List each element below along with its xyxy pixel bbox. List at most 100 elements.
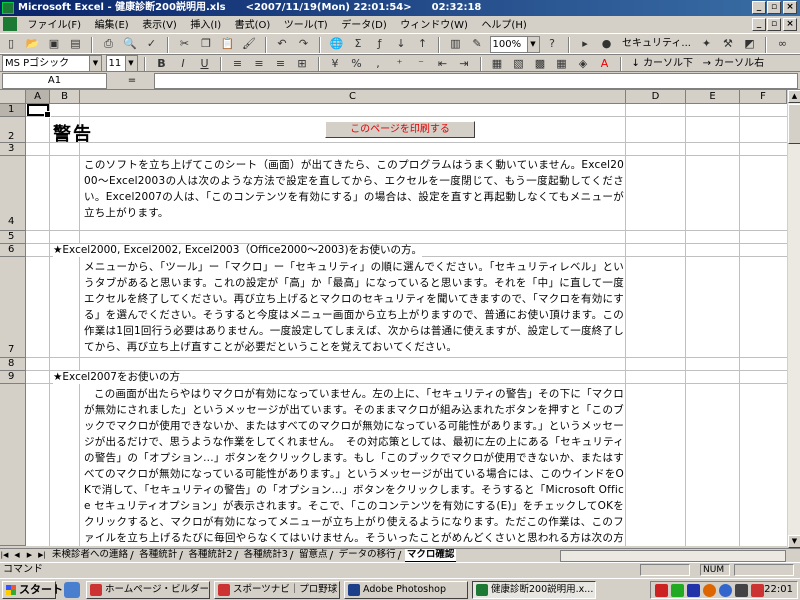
print-icon[interactable]: ⎙ <box>100 35 118 53</box>
scroll-down-icon[interactable]: ▼ <box>788 535 800 548</box>
new-icon[interactable]: ▯ <box>2 35 20 53</box>
row-header-6[interactable]: 6 <box>0 244 26 257</box>
tray-icon[interactable] <box>719 584 732 597</box>
column-header-b[interactable]: B <box>50 90 80 104</box>
cut-icon[interactable]: ✂ <box>176 35 194 53</box>
menu-file[interactable]: ファイル(F) <box>23 17 87 34</box>
tools-icon[interactable]: ⚒ <box>719 35 737 53</box>
column-header-d[interactable]: D <box>626 90 686 104</box>
vertical-scrollbar[interactable]: ▲ ▼ <box>787 90 800 548</box>
align-right-icon[interactable]: ≡ <box>272 55 290 71</box>
cursor-right-button[interactable]: → カーソル右 <box>700 54 768 71</box>
font-color-icon[interactable]: A <box>596 55 614 71</box>
scroll-thumb[interactable] <box>788 104 800 144</box>
tray-icon[interactable] <box>751 584 764 597</box>
border-grid-icon[interactable]: ▦ <box>553 55 571 71</box>
paste-icon[interactable]: 📋 <box>219 35 237 53</box>
chevron-down-icon[interactable]: ▼ <box>89 56 101 71</box>
chart-wizard-icon[interactable]: ▥ <box>447 35 465 53</box>
row-header-2[interactable]: 2 <box>0 117 26 143</box>
vb-editor-icon[interactable]: ✦ <box>697 35 715 53</box>
font-select[interactable]: MS Pゴシック ▼ <box>2 55 102 71</box>
taskbar-item-active[interactable]: 健康診断200説明用.x... <box>472 581 596 599</box>
permission-icon[interactable]: ▤ <box>67 35 85 53</box>
border-all-icon[interactable]: ▩ <box>531 55 549 71</box>
active-cell[interactable] <box>27 104 51 118</box>
align-left-icon[interactable]: ≡ <box>229 55 247 71</box>
italic-button[interactable]: I <box>174 55 192 71</box>
start-button[interactable]: スタート <box>2 581 63 599</box>
redo-icon[interactable]: ↷ <box>295 35 313 53</box>
row-header-3[interactable]: 3 <box>0 143 26 156</box>
row-header-4[interactable]: 4 <box>0 156 26 231</box>
name-box[interactable]: A1 <box>2 73 107 89</box>
print-page-button[interactable]: このページを印刷する <box>325 121 475 138</box>
font-size-select[interactable]: 11 ▼ <box>105 55 138 71</box>
bold-button[interactable]: B <box>153 55 171 71</box>
cursor-down-button[interactable]: ↓ カーソル下 <box>629 54 697 71</box>
browser-quicklaunch-icon[interactable] <box>64 582 80 598</box>
sheet-tab[interactable]: 各種統計 <box>137 549 179 561</box>
chevron-down-icon[interactable]: ▼ <box>526 37 539 52</box>
row-header-10[interactable] <box>0 384 26 546</box>
menu-window[interactable]: ウィンドウ(W) <box>395 17 473 34</box>
select-all-corner[interactable] <box>0 90 26 104</box>
sheet-tab[interactable]: データの移行 <box>337 549 398 561</box>
minimize-button[interactable]: _ <box>752 1 766 14</box>
menu-tools[interactable]: ツール(T) <box>279 17 333 34</box>
percent-button[interactable]: % <box>348 55 366 71</box>
column-header-a[interactable]: A <box>26 90 50 104</box>
decrease-decimal-icon[interactable]: ⁻ <box>412 55 430 71</box>
save-icon[interactable]: ▣ <box>45 35 63 53</box>
decrease-indent-icon[interactable]: ⇤ <box>434 55 452 71</box>
excel-app-icon[interactable] <box>2 2 14 14</box>
spelling-icon[interactable]: ✓ <box>143 35 161 53</box>
script-icon[interactable]: ∞ <box>773 35 791 53</box>
row-header-5[interactable]: 5 <box>0 231 26 244</box>
last-sheet-icon[interactable]: ▶| <box>38 549 47 561</box>
hyperlink-icon[interactable]: 🌐 <box>328 35 346 53</box>
taskbar-item[interactable]: Adobe Photoshop <box>344 581 468 599</box>
taskbar-item[interactable]: スポーツナビ｜プロ野球｜... <box>214 581 340 599</box>
doc-restore-button[interactable]: ▫ <box>767 18 781 31</box>
zoom-select[interactable]: 100% ▼ <box>489 36 540 53</box>
tray-icon[interactable] <box>671 584 684 597</box>
worksheet-grid[interactable]: A B C D E F 1 2 3 4 5 6 7 8 9 警告 このページを印… <box>0 90 787 546</box>
copy-icon[interactable]: ❐ <box>197 35 215 53</box>
row-header-9[interactable]: 9 <box>0 371 26 384</box>
row-header-7[interactable]: 7 <box>0 257 26 358</box>
column-header-c[interactable]: C <box>80 90 626 104</box>
menu-edit[interactable]: 編集(E) <box>90 17 134 34</box>
sheet-tab[interactable]: 各種統計3 <box>242 549 290 561</box>
increase-indent-icon[interactable]: ⇥ <box>455 55 473 71</box>
first-sheet-icon[interactable]: |◀ <box>0 549 9 561</box>
formula-input[interactable] <box>154 73 798 89</box>
merge-center-icon[interactable]: ⊞ <box>293 55 311 71</box>
chevron-down-icon[interactable]: ▼ <box>124 56 137 71</box>
column-header-f[interactable]: F <box>740 90 787 104</box>
menu-data[interactable]: データ(D) <box>336 17 392 34</box>
border-icon[interactable]: ▦ <box>488 55 506 71</box>
autosum-icon[interactable]: Σ <box>349 35 367 53</box>
row-header-8[interactable]: 8 <box>0 358 26 371</box>
help-icon[interactable]: ? <box>543 35 561 53</box>
formula-equals[interactable]: = <box>112 73 152 89</box>
print-preview-icon[interactable]: 🔍 <box>121 35 139 53</box>
horizontal-scrollbar[interactable] <box>560 550 786 562</box>
doc-close-button[interactable]: × <box>783 18 797 31</box>
control-toolbox-icon[interactable]: ◩ <box>740 35 758 53</box>
sort-descending-icon[interactable]: ↑ <box>414 35 432 53</box>
close-button[interactable]: × <box>783 1 797 14</box>
doc-minimize-button[interactable]: _ <box>752 18 766 31</box>
underline-button[interactable]: U <box>196 55 214 71</box>
row-header-1[interactable]: 1 <box>0 104 26 117</box>
comma-button[interactable]: , <box>369 55 387 71</box>
tray-icon[interactable] <box>703 584 716 597</box>
drawing-icon[interactable]: ✎ <box>468 35 486 53</box>
increase-decimal-icon[interactable]: ⁺ <box>391 55 409 71</box>
tray-icon[interactable] <box>735 584 748 597</box>
prev-sheet-icon[interactable]: ◀ <box>13 549 22 561</box>
workbook-icon[interactable] <box>3 17 17 31</box>
menu-format[interactable]: 書式(O) <box>230 17 276 34</box>
menu-insert[interactable]: 挿入(I) <box>185 17 226 34</box>
